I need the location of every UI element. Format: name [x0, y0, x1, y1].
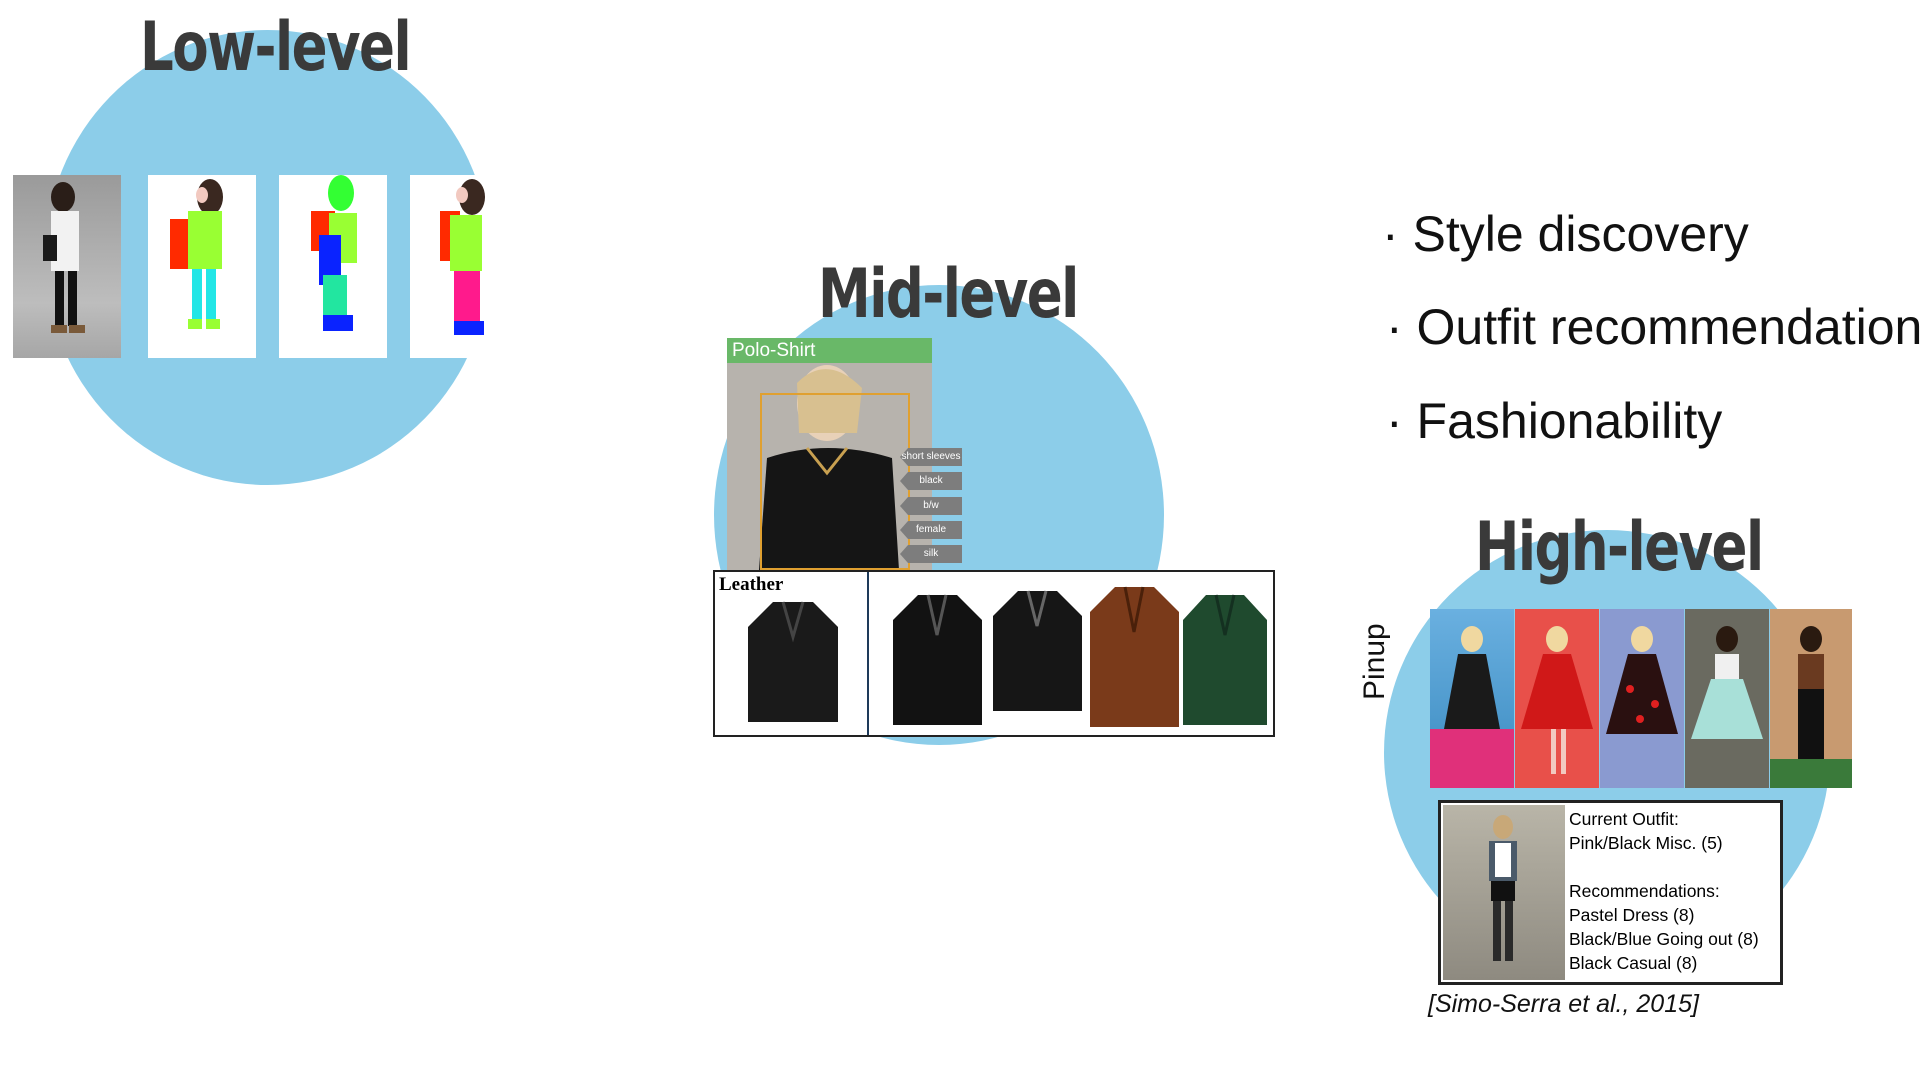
mid-level-title: Mid-level	[818, 255, 1079, 334]
jacket-image	[748, 601, 838, 722]
recommendations-header: Recommendations:	[1569, 881, 1720, 901]
jacket-image	[1090, 586, 1179, 727]
attribute-tag: female	[900, 521, 962, 539]
polo-shirt-photo: Polo-Shirt	[727, 338, 932, 570]
pinup-photo	[1600, 609, 1684, 788]
citation: [Simo-Serra et al., 2015]	[1428, 990, 1699, 1018]
jacket-image	[893, 594, 982, 725]
recommendation-item: Pastel Dress (8)	[1569, 905, 1695, 925]
segmentation-mask	[410, 175, 490, 358]
outfit-recommendation-panel: Current Outfit: Pink/Black Misc. (5) Rec…	[1438, 800, 1783, 985]
person-photo	[13, 175, 121, 358]
detection-box	[760, 393, 910, 570]
pinup-photo	[1515, 609, 1599, 788]
style-label: Pinup	[1358, 623, 1391, 700]
recommendation-item: Black/Blue Going out (8)	[1569, 929, 1759, 949]
outfit-photo	[1443, 805, 1565, 980]
bullet-fashionability: · Fashionability	[1386, 393, 1723, 449]
current-outfit-header: Current Outfit:	[1569, 809, 1679, 829]
jacket-label: Leather	[719, 574, 784, 595]
leather-jacket-panel: Leather	[713, 570, 1275, 737]
jacket-image	[993, 590, 1082, 711]
low-level-title: Low-level	[140, 8, 412, 87]
current-outfit-value: Pink/Black Misc. (5)	[1569, 833, 1723, 853]
segmentation-mask	[148, 175, 256, 358]
pinup-photo	[1770, 609, 1852, 788]
attribute-tag: black	[900, 472, 962, 490]
bullet-outfit-recommendation: · Outfit recommendation	[1386, 299, 1920, 355]
pinup-photo	[1430, 609, 1514, 788]
segmentation-mask	[279, 175, 387, 358]
attribute-tag: b/w	[900, 497, 962, 515]
recommendation-item: Black Casual (8)	[1569, 953, 1698, 973]
jacket-image	[1183, 594, 1267, 725]
attribute-tag: short sleeves	[900, 448, 962, 466]
detection-label: Polo-Shirt	[732, 340, 816, 361]
bullet-style-discovery: · Style discovery	[1382, 206, 1749, 262]
panel-divider	[867, 572, 869, 735]
high-level-title: High-level	[1475, 508, 1764, 587]
attribute-tag: silk	[900, 545, 962, 563]
pinup-photo	[1685, 609, 1769, 788]
